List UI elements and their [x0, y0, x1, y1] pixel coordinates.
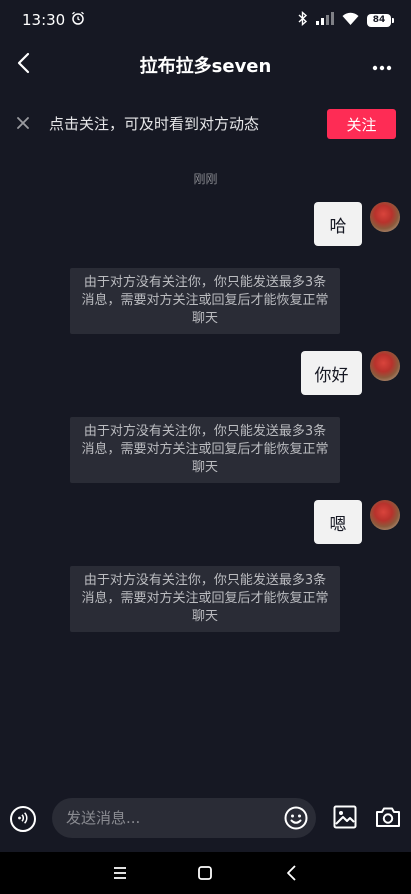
more-options-button[interactable]	[367, 50, 397, 80]
send-limit-notice: 由于对方没有关注你，你只能发送最多3条消息，需要对方关注或回复后才能恢复正常聊天	[70, 566, 340, 632]
follow-banner: 点击关注，可及时看到对方动态 关注	[0, 100, 411, 148]
status-time: 13:30	[22, 11, 66, 29]
message-timestamp: 刚刚	[193, 172, 218, 186]
home-square-icon	[195, 866, 215, 887]
send-limit-notice: 由于对方没有关注你，你只能发送最多3条消息，需要对方关注或回复后才能恢复正常聊天	[70, 417, 340, 483]
chevron-left-icon	[16, 52, 30, 78]
voice-wave-icon	[16, 810, 30, 829]
emoji-button[interactable]	[284, 806, 308, 830]
status-bar: 13:30 84	[0, 0, 411, 40]
chevron-left-icon	[282, 865, 302, 887]
avatar[interactable]	[370, 202, 400, 232]
message-bubble[interactable]: 哈	[314, 202, 362, 246]
cellular-signal-icon	[316, 11, 334, 29]
avatar[interactable]	[370, 500, 400, 530]
system-back-button[interactable]	[282, 863, 302, 883]
close-banner-button[interactable]	[12, 112, 34, 134]
status-right: 84	[298, 10, 394, 30]
voice-button[interactable]	[10, 806, 36, 832]
menu-lines-icon	[110, 867, 130, 887]
system-nav-bar	[0, 852, 411, 894]
camera-button[interactable]	[375, 805, 401, 829]
message-bubble[interactable]: 嗯	[314, 500, 362, 544]
close-icon	[17, 114, 29, 133]
message-input[interactable]	[52, 798, 316, 838]
message-bubble[interactable]: 你好	[301, 351, 362, 395]
battery-icon: 84	[367, 13, 394, 27]
message-input-bar	[0, 796, 411, 842]
follow-button[interactable]: 关注	[327, 109, 396, 139]
chat-screen: 13:30 84 拉布拉多seven 点击关注，可及时看到对方动态 关注 刚刚 …	[0, 0, 411, 894]
send-limit-notice: 由于对方没有关注你，你只能发送最多3条消息，需要对方关注或回复后才能恢复正常聊天	[70, 268, 340, 334]
wifi-icon	[342, 11, 359, 29]
bluetooth-icon	[298, 10, 308, 30]
camera-icon	[375, 807, 401, 833]
page-title: 拉布拉多seven	[139, 56, 272, 77]
recent-apps-button[interactable]	[110, 863, 130, 883]
follow-prompt-text: 点击关注，可及时看到对方动态	[49, 115, 260, 133]
home-button[interactable]	[195, 863, 215, 883]
alarm-icon	[71, 11, 85, 29]
back-button[interactable]	[8, 50, 38, 80]
image-button[interactable]	[333, 805, 357, 829]
image-icon	[333, 805, 357, 833]
avatar[interactable]	[370, 351, 400, 381]
smiley-icon	[284, 806, 308, 834]
nav-bar: 拉布拉多seven	[0, 40, 411, 90]
status-left: 13:30	[22, 11, 85, 29]
more-dots-icon	[372, 56, 392, 75]
